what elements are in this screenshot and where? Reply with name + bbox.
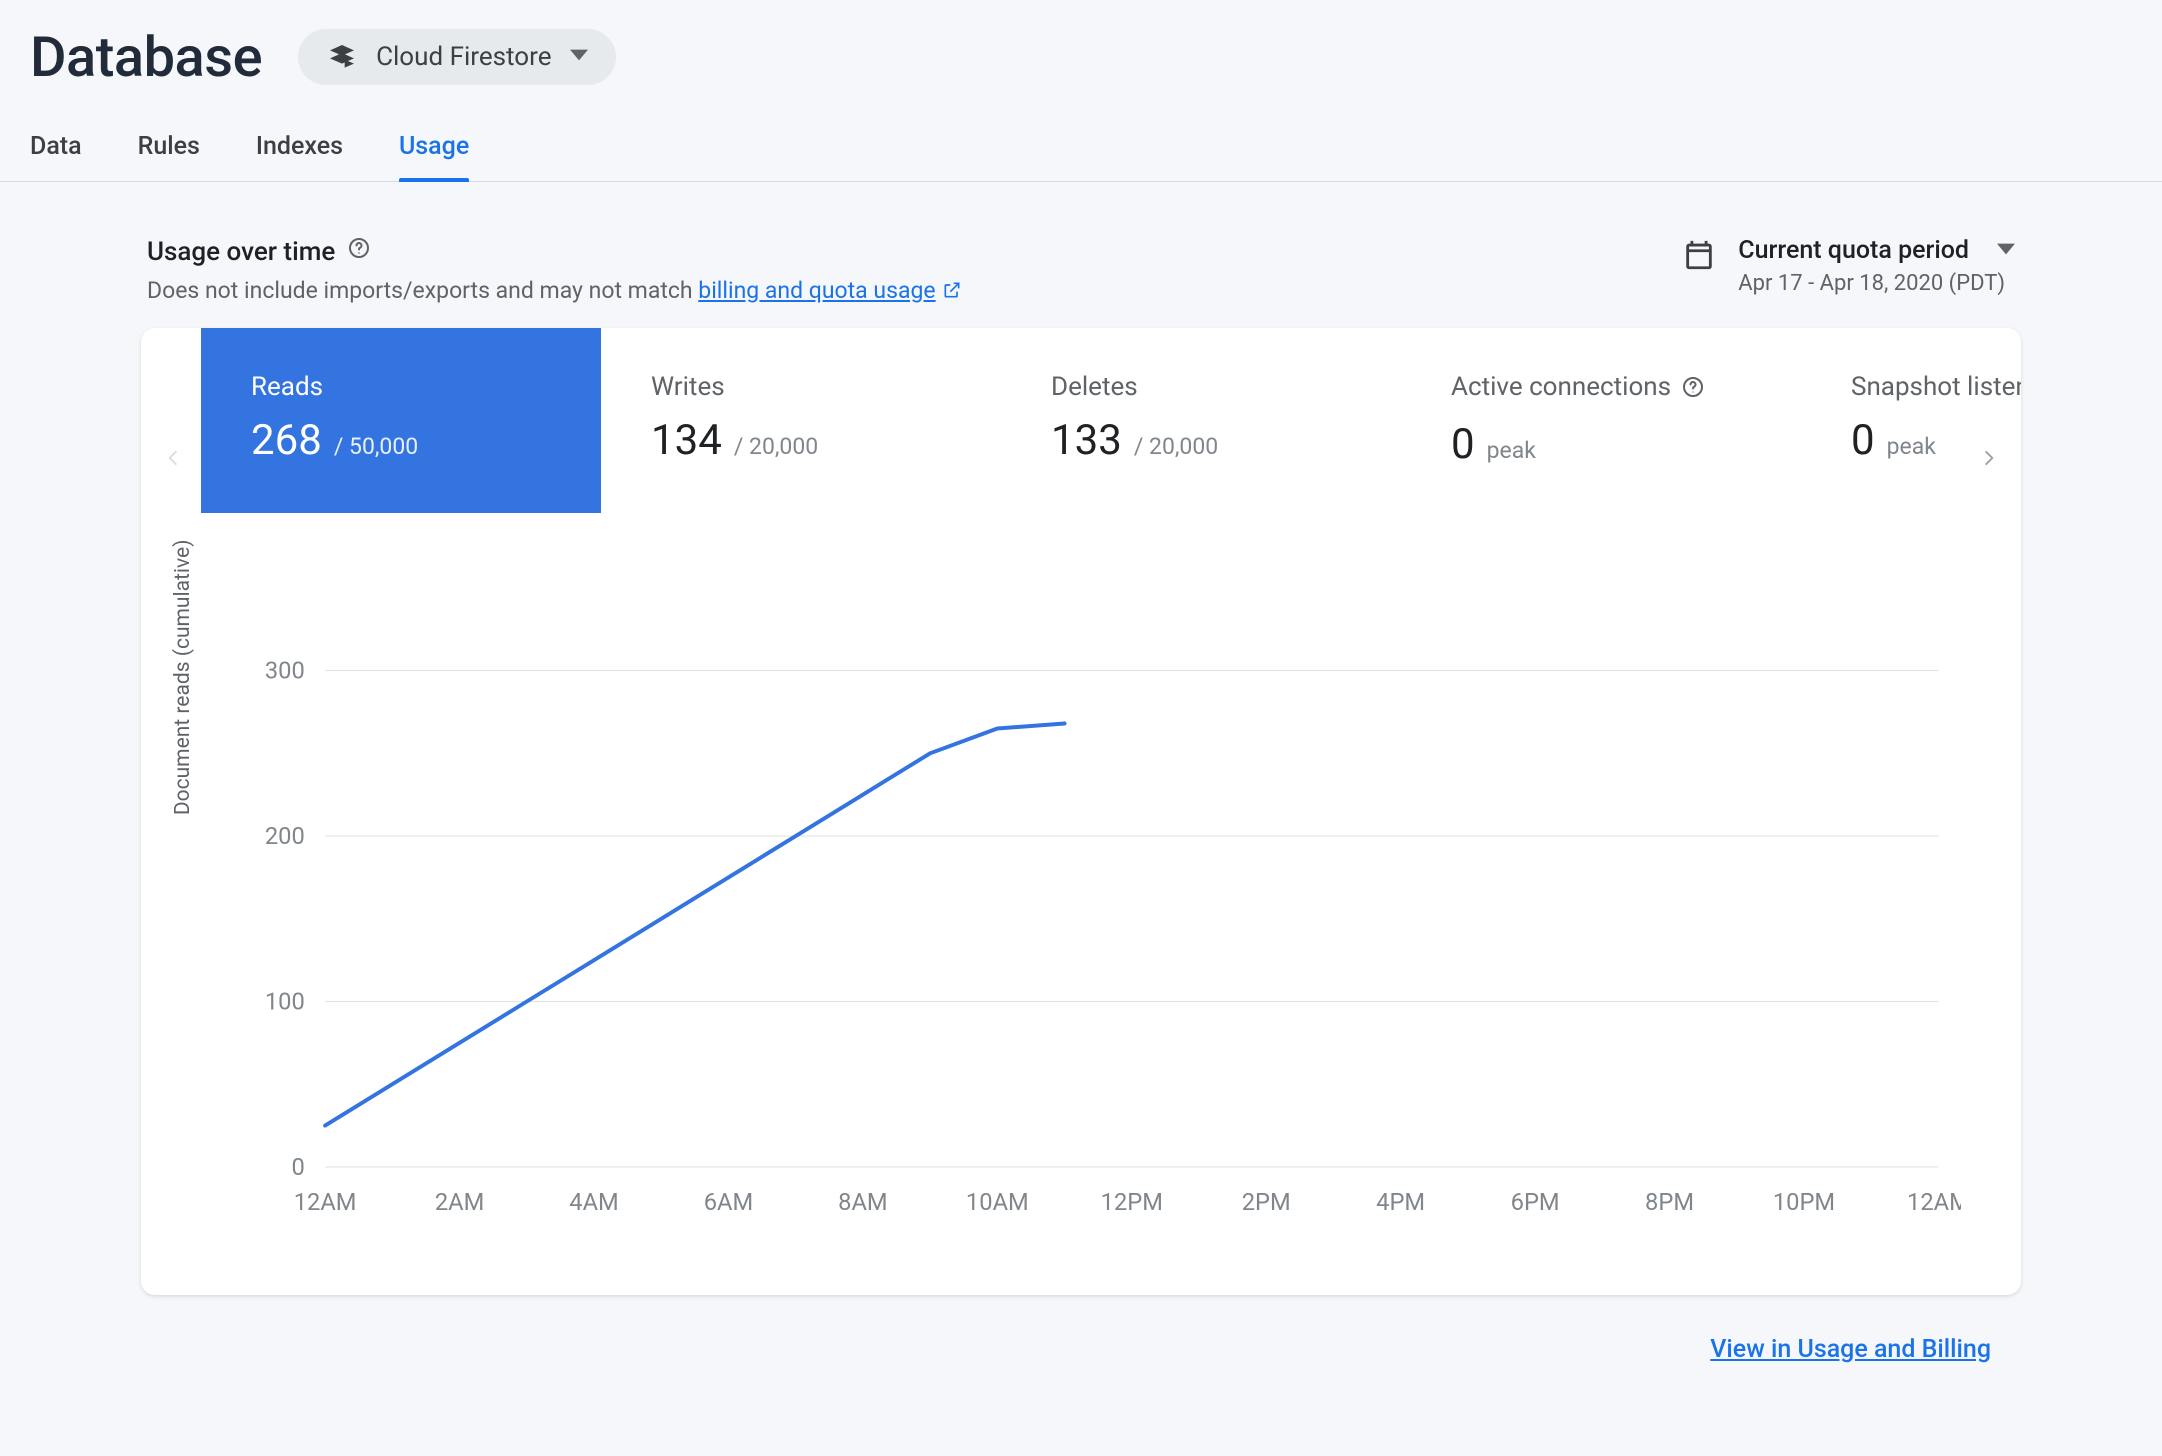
svg-text:300: 300 [265,656,305,684]
metric-limit: / 50,000 [334,433,418,460]
y-axis-label: Document reads (cumulative) [171,540,195,816]
svg-text:12AM: 12AM [1907,1188,1961,1216]
reads-chart: 0 100 200 300 12AM 2AM 4AM 6AM 8AM 10AM 12PM 2PM 4PM… [201,648,1961,1235]
period-label: Current quota period [1738,236,1969,265]
period-range: Apr 17 - Apr 18, 2020 (PDT) [1738,271,2015,296]
svg-text:100: 100 [265,987,305,1015]
metric-label: Active connections [1451,372,1751,406]
metric-label: Writes [651,372,951,402]
metric-tile-deletes[interactable]: Deletes 133 / 20,000 [1001,328,1401,513]
svg-text:2AM: 2AM [435,1188,484,1216]
firestore-icon [326,41,358,73]
billing-quota-link[interactable]: billing and quota usage [698,277,935,304]
external-link-icon [936,277,962,304]
metric-tile-snapshot-listeners[interactable]: Snapshot listeners 0 peak [1801,328,2021,513]
caret-down-icon [1997,236,2015,265]
svg-text:4AM: 4AM [569,1188,618,1216]
svg-text:8PM: 8PM [1645,1188,1694,1216]
metric-tile-reads[interactable]: Reads 268 / 50,000 [201,328,601,513]
view-usage-billing-link[interactable]: View in Usage and Billing [1710,1335,1991,1364]
scroll-right-button[interactable] [1969,438,2009,478]
tab-data[interactable]: Data [30,132,82,181]
svg-text:10PM: 10PM [1773,1188,1835,1216]
metric-value: 0 [1851,416,1875,465]
svg-text:10AM: 10AM [966,1188,1029,1216]
metric-value: 0 [1451,420,1475,469]
metric-label: Deletes [1051,372,1351,402]
metric-limit: / 20,000 [1134,433,1218,460]
metric-tile-active-connections[interactable]: Active connections 0 peak [1401,328,1801,513]
svg-text:8AM: 8AM [838,1188,887,1216]
usage-title: Usage over time [147,237,335,267]
svg-text:6AM: 6AM [704,1188,753,1216]
tab-rules[interactable]: Rules [138,132,200,181]
tabs: Data Rules Indexes Usage [0,90,2162,182]
svg-text:2PM: 2PM [1242,1188,1291,1216]
help-icon[interactable] [347,236,371,267]
usage-card: Reads268/ 50,000Writes134/ 20,000Deletes… [141,328,2021,1295]
metric-value: 134 [651,416,722,465]
help-icon[interactable] [1681,375,1705,406]
usage-subtitle: Does not include imports/exports and may… [147,277,962,304]
svg-text:0: 0 [291,1153,304,1181]
caret-down-icon [570,46,588,68]
metric-label: Snapshot listeners [1851,372,2021,402]
svg-text:200: 200 [265,822,305,850]
calendar-icon [1682,236,1716,276]
metric-value: 268 [251,416,322,465]
period-picker[interactable]: Current quota period Apr 17 - Apr 18, 20… [1682,236,2015,296]
svg-text:6PM: 6PM [1511,1188,1560,1216]
svg-text:12PM: 12PM [1101,1188,1163,1216]
tab-usage[interactable]: Usage [399,132,469,181]
page-title: Database [30,24,262,90]
metric-label: Reads [251,372,551,402]
scroll-left-button[interactable] [153,438,193,478]
metric-limit: / 20,000 [734,433,818,460]
metric-value: 133 [1051,416,1122,465]
metric-limit: peak [1887,433,1936,460]
database-selector-label: Cloud Firestore [376,42,551,72]
svg-text:12AM: 12AM [294,1188,357,1216]
database-selector[interactable]: Cloud Firestore [298,29,615,85]
tab-indexes[interactable]: Indexes [256,132,343,181]
metric-limit: peak [1487,437,1536,464]
svg-text:4PM: 4PM [1376,1188,1425,1216]
metric-tile-writes[interactable]: Writes 134 / 20,000 [601,328,1001,513]
